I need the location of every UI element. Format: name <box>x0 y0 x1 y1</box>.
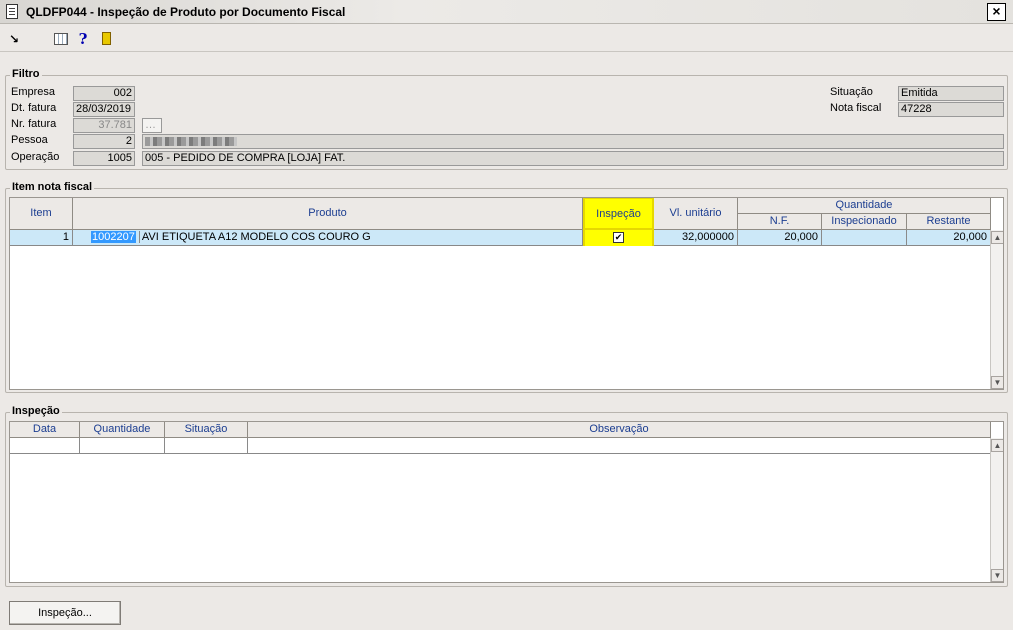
inspecao-group: Inspeção Data Quantidade Situação Observ… <box>5 405 1008 587</box>
inspecao-button[interactable]: Inspeção... <box>9 601 121 625</box>
inspecao-scrollbar[interactable]: ▲ ▼ <box>990 438 1003 582</box>
produto-code: 1002207 <box>91 231 136 243</box>
item-nota-legend: Item nota fiscal <box>10 181 95 193</box>
grid-icon[interactable] <box>52 30 70 48</box>
nr-fatura-field[interactable]: 37.781 <box>73 118 135 133</box>
produto-description: AVI ETIQUETA A12 MODELO COS COURO G <box>138 231 371 243</box>
empresa-label: Empresa <box>11 86 56 98</box>
scroll-up-icon[interactable]: ▲ <box>991 231 1003 244</box>
cell-restante: 20,000 <box>907 230 991 246</box>
inspecao-legend: Inspeção <box>10 405 62 417</box>
window-title: QLDFP044 - Inspeção de Produto por Docum… <box>26 5 346 19</box>
cell-vl-unitario: 32,000000 <box>654 230 738 246</box>
dt-fatura-field[interactable]: 28/03/2019 <box>73 102 135 117</box>
help-icon[interactable]: ? <box>74 30 92 48</box>
operacao-label: Operação <box>11 151 60 163</box>
pessoa-label: Pessoa <box>11 134 48 146</box>
table-row[interactable]: 1 1002207 AVI ETIQUETA A12 MODELO COS CO… <box>10 230 991 246</box>
col-produto-header[interactable]: Produto <box>73 198 583 230</box>
title-bar: QLDFP044 - Inspeção de Produto por Docum… <box>0 0 1013 24</box>
items-grid: Item Produto Inspeção Vl. unitário Quant… <box>9 197 1004 390</box>
col-item-header[interactable]: Item <box>10 198 73 230</box>
close-button[interactable]: × <box>987 3 1006 21</box>
situacao-label: Situação <box>830 86 873 98</box>
col-inspecao-header[interactable]: Inspeção <box>583 198 654 230</box>
cell-inspecionado[interactable] <box>822 230 907 246</box>
nr-fatura-label: Nr. fatura <box>11 118 57 130</box>
inspecao-checkbox[interactable]: ✔ <box>613 232 624 243</box>
filtro-group: Filtro Empresa 002 Dt. fatura 28/03/2019… <box>5 68 1008 170</box>
col-inspecionado-header[interactable]: Inspecionado <box>822 214 907 230</box>
scroll-down-icon[interactable]: ▼ <box>991 569 1003 582</box>
col-quantidade-header[interactable]: Quantidade <box>80 422 165 438</box>
scroll-down-icon[interactable]: ▼ <box>991 376 1003 389</box>
nota-fiscal-label: Nota fiscal <box>830 102 882 114</box>
toolbar: ↘ ? <box>0 25 1013 52</box>
col-situacao-header[interactable]: Situação <box>165 422 248 438</box>
situacao-field: Emitida <box>898 86 1004 101</box>
filtro-legend: Filtro <box>10 68 42 80</box>
operacao-description-field: 005 - PEDIDO DE COMPRA [LOJA] FAT. <box>142 151 1004 166</box>
cell-observacao[interactable] <box>248 438 991 454</box>
empresa-field[interactable]: 002 <box>73 86 135 101</box>
cell-nf: 20,000 <box>738 230 822 246</box>
operacao-code-field[interactable]: 1005 <box>73 151 135 166</box>
col-observacao-header[interactable]: Observação <box>248 422 991 438</box>
lookup-button[interactable]: … <box>142 118 162 133</box>
dt-fatura-label: Dt. fatura <box>11 102 57 114</box>
col-restante-header[interactable]: Restante <box>907 214 991 230</box>
cell-item: 1 <box>10 230 73 246</box>
cell-quantidade[interactable] <box>80 438 165 454</box>
pessoa-field[interactable]: 2 <box>73 134 135 149</box>
cell-situacao[interactable] <box>165 438 248 454</box>
item-nota-fiscal-group: Item nota fiscal Item Produto Inspeção V… <box>5 181 1008 393</box>
document-icon <box>6 4 18 19</box>
cell-data[interactable] <box>10 438 80 454</box>
table-row[interactable] <box>10 438 991 454</box>
col-nf-header[interactable]: N.F. <box>738 214 822 230</box>
exit-arrow-icon[interactable]: ↘ <box>5 30 23 48</box>
nota-fiscal-field: 47228 <box>898 102 1004 117</box>
pessoa-name-field <box>142 134 1004 149</box>
cell-inspecao[interactable]: ✔ <box>583 230 654 246</box>
col-quantidade-header: Quantidade <box>738 198 991 214</box>
items-scrollbar[interactable]: ▲ ▼ <box>990 230 1003 389</box>
redacted-name <box>145 137 237 146</box>
scroll-up-icon[interactable]: ▲ <box>991 439 1003 452</box>
cell-produto[interactable]: 1002207 AVI ETIQUETA A12 MODELO COS COUR… <box>73 230 583 246</box>
door-icon[interactable] <box>97 30 115 48</box>
col-vl-unitario-header[interactable]: Vl. unitário <box>654 198 738 230</box>
inspecao-grid: Data Quantidade Situação Observação ▲ ▼ <box>9 421 1004 583</box>
col-data-header[interactable]: Data <box>10 422 80 438</box>
